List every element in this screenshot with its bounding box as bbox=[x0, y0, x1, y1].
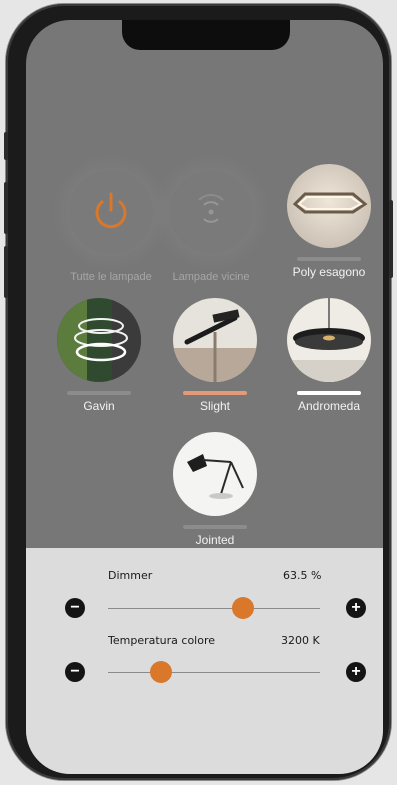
tile-slight[interactable]: Slight bbox=[170, 298, 260, 413]
tile-nearby-lamps[interactable]: Lampade vicine bbox=[166, 170, 256, 283]
power-button bbox=[389, 200, 393, 278]
tile-selection-bar bbox=[297, 257, 361, 261]
tile-label: Slight bbox=[199, 399, 231, 413]
tile-selection-bar bbox=[183, 525, 247, 529]
tile-label: Jointed bbox=[195, 533, 235, 547]
temperature-slider-thumb[interactable] bbox=[150, 661, 172, 683]
tile-label: Lampade vicine bbox=[172, 271, 250, 283]
tile-selection-bar bbox=[297, 391, 361, 395]
poly-esagono-lamp-image bbox=[287, 164, 371, 248]
volume-down-button bbox=[4, 246, 8, 298]
mute-switch bbox=[4, 132, 8, 160]
dimmer-decrease-button[interactable]: − bbox=[65, 598, 85, 618]
app-screen: Tutte le lampade Lampade vicine Poly esa… bbox=[26, 20, 383, 774]
temperature-label: Temperatura colore bbox=[108, 634, 216, 647]
temperature-decrease-button[interactable]: − bbox=[65, 662, 85, 682]
dimmer-value: 63.5 % bbox=[283, 569, 322, 582]
tile-selection-bar bbox=[183, 391, 247, 395]
volume-up-button bbox=[4, 182, 8, 234]
tile-label: Poly esagono bbox=[292, 265, 366, 279]
tile-andromeda[interactable]: Andromeda bbox=[284, 298, 374, 413]
temperature-slider-track[interactable] bbox=[108, 672, 320, 673]
tile-label: Andromeda bbox=[297, 399, 361, 413]
tile-gavin[interactable]: Gavin bbox=[54, 298, 144, 413]
power-icon bbox=[69, 170, 153, 254]
dimmer-slider-track[interactable] bbox=[108, 608, 320, 609]
tile-all-lamps[interactable]: Tutte le lampade bbox=[66, 170, 156, 283]
temperature-increase-button[interactable]: + bbox=[346, 662, 366, 682]
tile-label: Gavin bbox=[83, 399, 115, 413]
control-panel: Dimmer 63.5 % − + Temperatura colore 320… bbox=[26, 548, 383, 774]
slight-lamp-image bbox=[173, 298, 257, 382]
dimmer-label: Dimmer bbox=[108, 569, 153, 582]
proximity-icon bbox=[169, 170, 253, 254]
andromeda-lamp-image bbox=[287, 298, 371, 382]
jointed-lamp-image bbox=[173, 432, 257, 516]
dimmer-slider-thumb[interactable] bbox=[231, 597, 254, 619]
gavin-lamp-image bbox=[57, 298, 141, 382]
tile-selection-bar bbox=[67, 391, 131, 395]
notch bbox=[122, 20, 290, 50]
dimmer-increase-button[interactable]: + bbox=[346, 598, 366, 618]
tile-label: Tutte le lampade bbox=[70, 271, 152, 283]
tile-jointed[interactable]: Jointed bbox=[170, 432, 260, 547]
temperature-value: 3200 K bbox=[281, 634, 320, 647]
tile-poly-esagono[interactable]: Poly esagono bbox=[284, 164, 374, 279]
phone-frame: Tutte le lampade Lampade vicine Poly esa… bbox=[4, 4, 393, 780]
